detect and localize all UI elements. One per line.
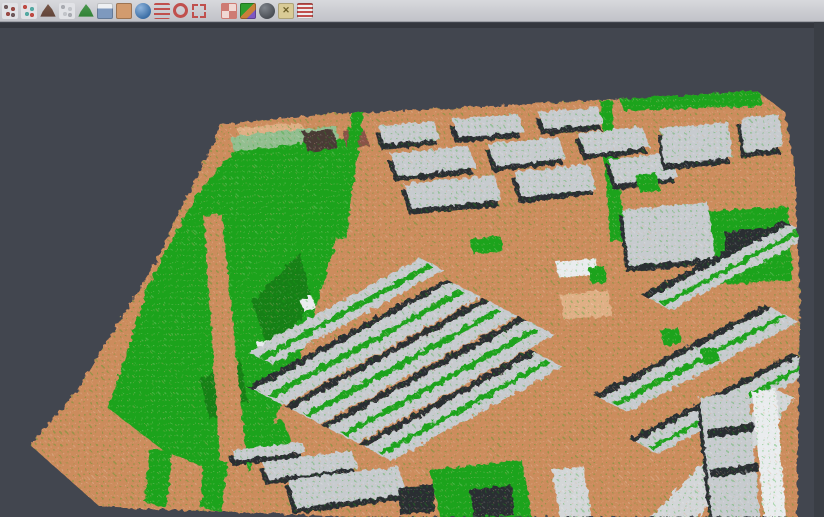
sparse-points-icon[interactable] — [59, 3, 75, 19]
ortho-square-icon[interactable] — [116, 3, 132, 19]
marker-cross-icon[interactable]: ✕ — [278, 3, 294, 19]
mesh-brown-icon[interactable] — [40, 3, 56, 19]
point-cloud-scene — [0, 0, 824, 517]
point-cluster-icon[interactable] — [2, 3, 18, 19]
contour-lines-icon[interactable] — [154, 3, 170, 19]
main-toolbar: ✕ — [0, 0, 824, 22]
globe-icon[interactable] — [135, 3, 151, 19]
window-right-edge — [814, 0, 824, 517]
profile-column-icon[interactable] — [97, 3, 113, 19]
classification-map-icon[interactable] — [240, 3, 256, 19]
terrain-green-icon[interactable] — [78, 3, 94, 19]
toolbar-separator — [210, 3, 218, 19]
rgb-points-icon[interactable] — [21, 3, 37, 19]
dark-globe-icon[interactable] — [259, 3, 275, 19]
crop-brackets-icon[interactable] — [191, 3, 207, 19]
marker-cross-icon-glyph: ✕ — [282, 6, 290, 15]
checker-mask-icon[interactable] — [221, 3, 237, 19]
viewport-3d[interactable] — [0, 0, 824, 517]
circle-tool-icon[interactable] — [173, 3, 188, 18]
viewport-top-shadow — [0, 23, 824, 28]
red-stripes-icon[interactable] — [297, 3, 313, 19]
